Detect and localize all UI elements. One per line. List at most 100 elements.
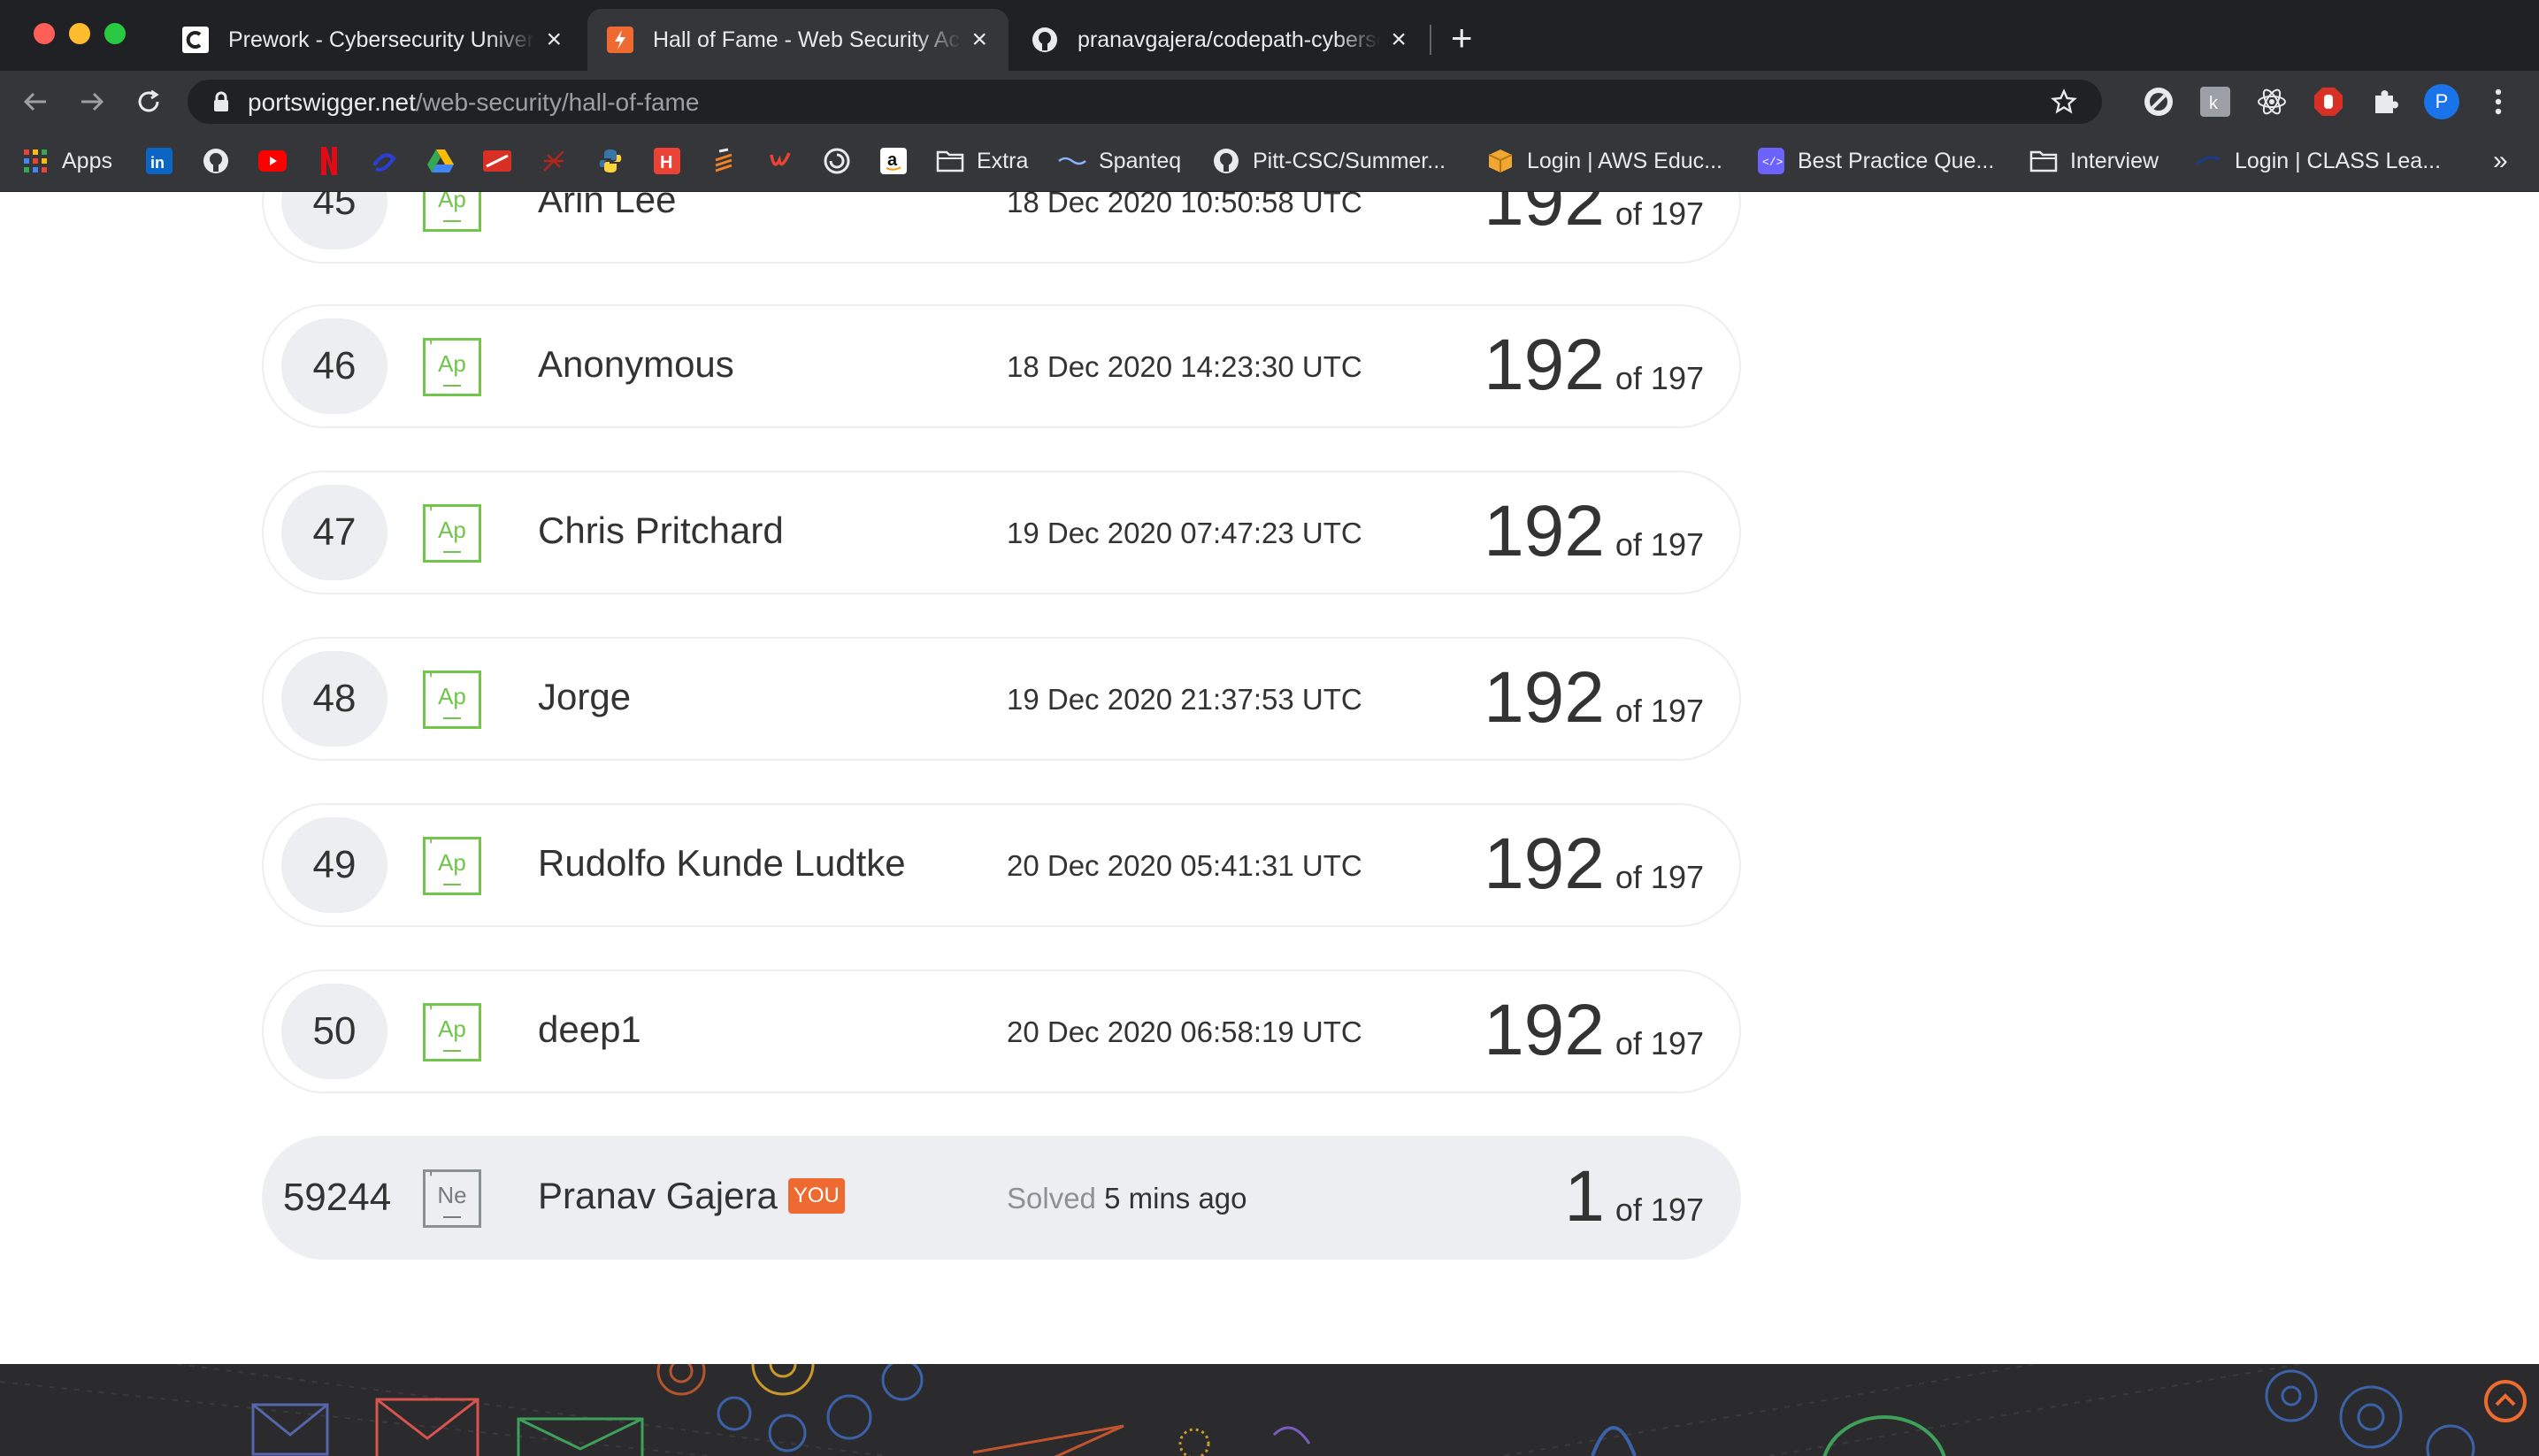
amazon-icon: a — [879, 147, 908, 175]
apprentice-badge-icon: Ap — [423, 325, 481, 396]
tab-hall-of-fame[interactable]: Hall of Fame - Web Security Academy × — [587, 9, 1009, 71]
forward-button[interactable] — [73, 82, 111, 121]
bookmark-label: Pitt-CSC/Summer... — [1253, 148, 1446, 173]
player-name-wrapper: Pranav Gajera YOU — [538, 1175, 845, 1217]
score-total: of 197 — [1615, 859, 1704, 895]
bookmark-youtube[interactable] — [258, 142, 299, 180]
browser-menu-button[interactable] — [2481, 84, 2516, 119]
spiral-icon — [823, 147, 851, 175]
bookmark-drive[interactable] — [426, 142, 467, 180]
folder-icon — [936, 147, 964, 175]
bookmark-hackerrank[interactable]: H — [653, 142, 694, 180]
netflix-icon — [315, 147, 343, 175]
leaderboard-row: 48 Ap Jorge 19 Dec 2020 21:37:53 UTC 192… — [262, 637, 1741, 761]
youtube-icon — [258, 147, 287, 175]
reload-button[interactable] — [129, 82, 168, 121]
bookmark-stack[interactable] — [710, 142, 750, 180]
svg-text:H: H — [660, 153, 672, 172]
close-tab-icon[interactable]: × — [970, 27, 989, 53]
bookmark-best-practice[interactable]: </> Best Practice Que... — [1757, 142, 1994, 180]
back-to-top-button[interactable] — [2484, 1380, 2527, 1422]
score-total: of 197 — [1615, 360, 1704, 396]
current-user-row: 59244 Ne Pranav Gajera YOU Solved 5 mins… — [262, 1136, 1741, 1260]
close-tab-icon[interactable]: × — [1389, 27, 1408, 53]
bookmark-python[interactable] — [596, 142, 637, 180]
bookmark-linkedin[interactable]: in — [145, 142, 186, 180]
score: 1 of 197 — [1564, 1157, 1704, 1237]
bookmark-star-icon[interactable] — [2051, 88, 2077, 115]
apprentice-badge-icon: Ap — [423, 491, 481, 563]
bookmarks-overflow-button[interactable]: » — [2493, 142, 2508, 180]
chevron-up-icon — [2495, 1393, 2516, 1406]
score: 192 of 197 — [1484, 824, 1704, 904]
bookmark-folder-extra[interactable]: Extra — [936, 142, 1028, 180]
player-name: Jorge — [538, 676, 632, 717]
score-total: of 197 — [1615, 526, 1704, 563]
codepath-icon — [182, 27, 209, 53]
address-bar[interactable]: portswigger.net/web-security/hall-of-fam… — [188, 80, 2102, 124]
overflow-chevron-icon: » — [2493, 146, 2508, 175]
score: 192 of 197 — [1484, 492, 1704, 571]
new-tab-button[interactable]: + — [1451, 19, 1473, 57]
completion-date: 20 Dec 2020 05:41:31 UTC — [1007, 849, 1362, 882]
tab-title: Prework - Cybersecurity University — [228, 27, 535, 52]
apps-grid-icon — [21, 147, 50, 175]
rank: 46 — [281, 318, 387, 414]
completion-date: 19 Dec 2020 07:47:23 UTC — [1007, 517, 1362, 549]
bookmark-red-ticket[interactable] — [483, 142, 524, 180]
gear-icon — [717, 1364, 924, 1452]
bookmark-github[interactable] — [202, 142, 242, 180]
profile-avatar[interactable]: P — [2424, 84, 2459, 119]
back-button[interactable] — [16, 82, 55, 121]
bookmark-label: Spanteq — [1099, 148, 1182, 173]
tab-prework[interactable]: Prework - Cybersecurity University × — [163, 9, 584, 71]
score-total: of 197 — [1615, 1192, 1704, 1228]
bookmark-u-script[interactable] — [766, 142, 807, 180]
k-extension-icon[interactable]: k — [2198, 84, 2233, 119]
bookmark-amazon[interactable]: a — [879, 142, 920, 180]
url-host: portswigger.net — [248, 88, 416, 116]
bookmark-pitt-csc[interactable]: Pitt-CSC/Summer... — [1212, 142, 1446, 180]
leaderboard-row: 47 Ap Chris Pritchard 19 Dec 2020 07:47:… — [262, 471, 1741, 594]
bookmark-blue-swirl[interactable] — [370, 142, 410, 180]
zoom-window-button[interactable] — [104, 23, 126, 44]
envelope-icon — [517, 1417, 644, 1456]
score-value: 1 — [1564, 1156, 1605, 1237]
stop-hand-extension-icon[interactable] — [2311, 84, 2346, 119]
bookmark-red-leaf[interactable] — [540, 142, 580, 180]
score: 192 of 197 — [1484, 991, 1704, 1070]
close-tab-icon[interactable]: × — [544, 27, 565, 53]
gear-icon — [751, 1364, 815, 1396]
paper-plane-icon — [972, 1424, 1124, 1456]
score-total: of 197 — [1615, 195, 1704, 232]
close-window-button[interactable] — [34, 23, 55, 44]
solved-status: Solved 5 mins ago — [1007, 1182, 1247, 1215]
bookmark-aws-educate[interactable]: Login | AWS Educ... — [1486, 142, 1722, 180]
bookmark-spiral[interactable] — [823, 142, 863, 180]
bookmark-folder-interview[interactable]: Interview — [2029, 142, 2159, 180]
completion-date: 18 Dec 2020 14:23:30 UTC — [1007, 350, 1362, 383]
bookmark-apps[interactable]: Apps — [21, 142, 112, 180]
bookmark-netflix[interactable] — [315, 142, 356, 180]
red-leaf-icon — [540, 147, 568, 175]
stack-icon — [710, 147, 738, 175]
rank: 50 — [281, 984, 387, 1079]
blocker-extension-icon[interactable] — [2141, 84, 2176, 119]
url-text: portswigger.net/web-security/hall-of-fam… — [248, 88, 699, 117]
extension-icons: k P — [2141, 80, 2537, 124]
footer-illustration — [0, 1364, 2475, 1456]
react-devtools-icon[interactable] — [2254, 84, 2290, 119]
tab-github-repo[interactable]: pranavgajera/codepath-cybersecurity × — [1012, 9, 1428, 71]
completion-date: 19 Dec 2020 21:37:53 UTC — [1007, 683, 1362, 716]
novice-badge-icon: Ne — [423, 1156, 481, 1228]
bookmark-class-learning[interactable]: Login | CLASS Lea... — [2194, 142, 2441, 180]
code-badge-icon: </> — [1757, 147, 1785, 175]
extensions-puzzle-icon[interactable] — [2367, 84, 2403, 119]
minimize-window-button[interactable] — [69, 23, 90, 44]
leaderboard-row: 49 Ap Rudolfo Kunde Ludtke 20 Dec 2020 0… — [262, 803, 1741, 927]
bookmark-spanteq[interactable]: Spanteq — [1058, 142, 1181, 180]
you-badge: YOU — [787, 1178, 845, 1214]
score-value: 192 — [1484, 824, 1605, 904]
score: 192 of 197 — [1484, 326, 1704, 405]
score-total: of 197 — [1615, 1025, 1704, 1061]
